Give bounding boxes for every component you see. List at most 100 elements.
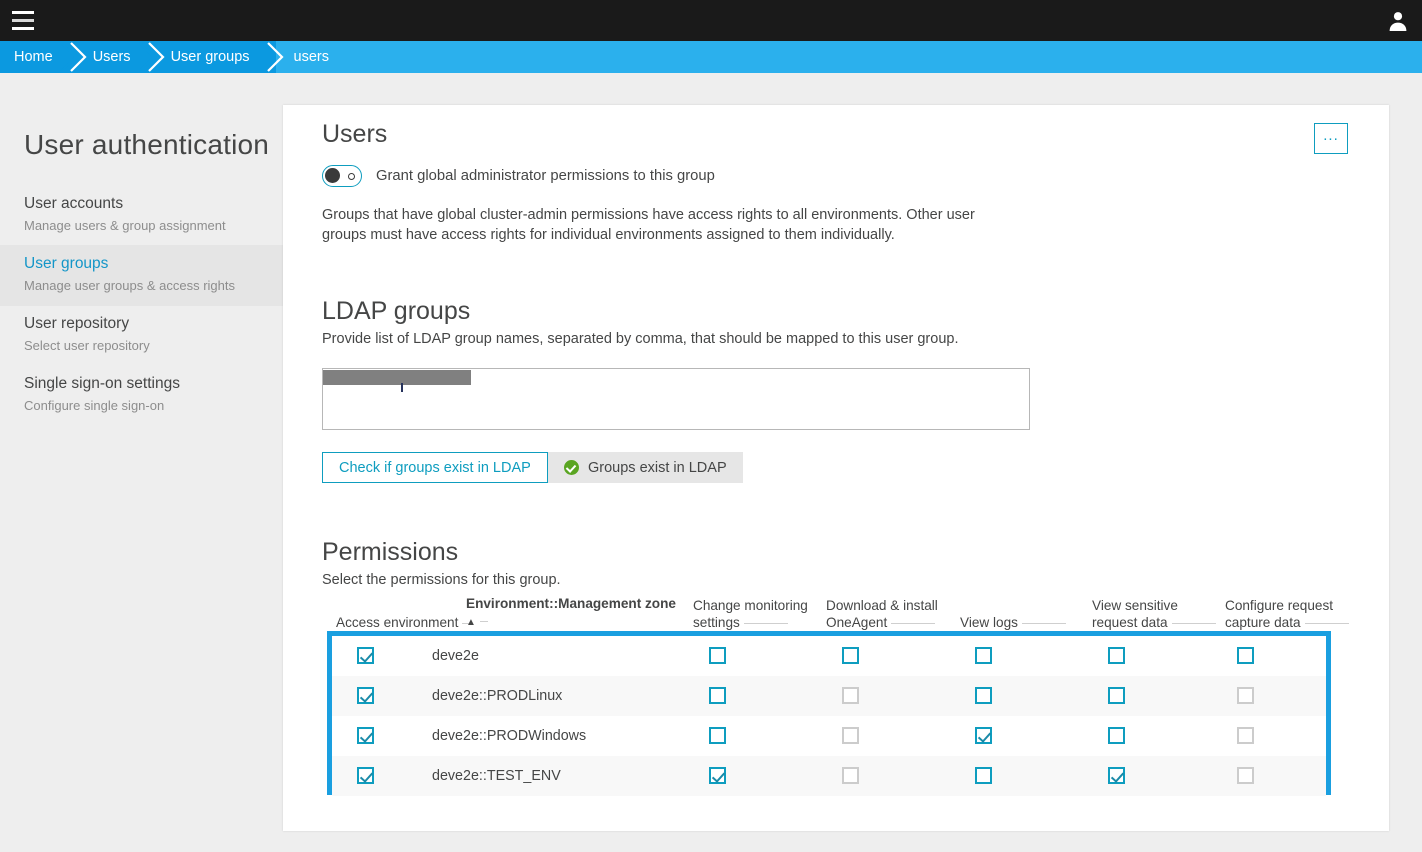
green-check-icon <box>564 460 579 475</box>
checkbox-configure-request-capture-data <box>1237 687 1254 704</box>
breadcrumb-label: Home <box>14 49 53 65</box>
checkbox-access-environment[interactable] <box>357 767 374 784</box>
ldap-groups-heading: LDAP groups <box>322 297 471 325</box>
top-bar <box>0 0 1422 41</box>
column-header-view-logs[interactable]: View logs <box>960 614 1080 631</box>
checkbox-view-logs[interactable] <box>975 687 992 704</box>
breadcrumb-item-user-groups[interactable]: User groups <box>156 41 284 73</box>
table-row[interactable]: deve2e::PRODWindows <box>332 716 1326 756</box>
column-resize-handle[interactable] <box>743 623 788 624</box>
ldap-groups-input[interactable] <box>322 368 1030 430</box>
checkbox-configure-request-capture-data <box>1237 727 1254 744</box>
sidebar-item-user-accounts[interactable]: User accounts Manage users & group assig… <box>0 185 283 246</box>
checkbox-change-monitoring-settings[interactable] <box>709 767 726 784</box>
checkbox-download-install-oneagent[interactable] <box>842 647 859 664</box>
permissions-table: Access environment Environment::Manageme… <box>322 591 1362 796</box>
checkbox-view-logs[interactable] <box>975 767 992 784</box>
sidebar-title: User authentication <box>24 129 270 160</box>
checkbox-access-environment[interactable] <box>357 727 374 744</box>
sidebar-item-title: User accounts <box>24 195 124 212</box>
sidebar-item-title: User groups <box>24 255 109 272</box>
breadcrumb-item-current: users <box>275 41 356 73</box>
column-header-label: View logs <box>960 615 1018 630</box>
checkbox-download-install-oneagent <box>842 767 859 784</box>
column-header-label: Environment::Management zone <box>466 596 676 611</box>
column-header-label: Change monitoring settings <box>693 598 808 630</box>
row-label: deve2e::TEST_ENV <box>432 768 561 784</box>
check-groups-exist-button[interactable]: Check if groups exist in LDAP <box>322 452 548 483</box>
sidebar-item-single-sign-on-settings[interactable]: Single sign-on settings Configure single… <box>0 365 283 426</box>
toggle-off-indicator-icon <box>348 173 355 180</box>
global-admin-toggle-row: Grant global administrator permissions t… <box>322 165 715 187</box>
row-label: deve2e <box>432 648 479 664</box>
main-content-card: Users ... Grant global administrator per… <box>283 105 1389 831</box>
global-admin-toggle-label: Grant global administrator permissions t… <box>376 168 715 184</box>
sidebar-item-subtitle: Manage user groups & access rights <box>24 278 235 293</box>
column-resize-handle[interactable] <box>891 623 936 624</box>
table-row[interactable]: deve2e <box>332 636 1326 676</box>
checkbox-access-environment[interactable] <box>357 687 374 704</box>
ldap-status-badge: Groups exist in LDAP <box>548 452 743 483</box>
checkbox-view-sensitive-request-data[interactable] <box>1108 767 1125 784</box>
checkbox-configure-request-capture-data <box>1237 767 1254 784</box>
user-icon[interactable] <box>1386 9 1410 33</box>
column-header-label: Configure request capture data <box>1225 598 1334 630</box>
ldap-status-label: Groups exist in LDAP <box>588 459 727 476</box>
checkbox-access-environment[interactable] <box>357 647 374 664</box>
checkbox-change-monitoring-settings[interactable] <box>709 647 726 664</box>
checkbox-change-monitoring-settings[interactable] <box>709 687 726 704</box>
table-row[interactable]: deve2e::TEST_ENV <box>332 756 1326 796</box>
sidebar-item-subtitle: Select user repository <box>24 338 150 353</box>
permissions-heading: Permissions <box>322 538 459 566</box>
hamburger-icon[interactable] <box>12 11 34 30</box>
global-admin-toggle[interactable] <box>322 165 362 187</box>
breadcrumb-label: users <box>293 49 330 65</box>
column-header-configure-request-capture-data[interactable]: Configure request capture data <box>1225 597 1355 631</box>
column-resize-handle[interactable] <box>1171 623 1216 624</box>
checkbox-view-logs[interactable] <box>975 727 992 744</box>
column-header-label: Access environment <box>336 615 459 630</box>
sort-ascending-icon: ▲ <box>466 617 476 628</box>
row-label: deve2e::PRODWindows <box>432 728 587 744</box>
checkbox-change-monitoring-settings[interactable] <box>709 727 726 744</box>
sidebar: User authentication User accounts Manage… <box>0 73 283 852</box>
row-label: deve2e::PRODLinux <box>432 688 563 704</box>
breadcrumb-item-home[interactable]: Home <box>0 41 87 73</box>
column-header-access-environment[interactable]: Access environment <box>336 614 486 631</box>
checkbox-configure-request-capture-data[interactable] <box>1237 647 1254 664</box>
sidebar-item-title: Single sign-on settings <box>24 375 180 392</box>
column-header-label: View sensitive request data <box>1092 598 1178 630</box>
permissions-rows-highlight: deve2e deve2e::PRODLinux deve2e::PRODWin… <box>327 631 1331 796</box>
sidebar-item-title: User repository <box>24 315 130 332</box>
toggle-knob <box>325 168 340 183</box>
permissions-description: Select the permissions for this group. <box>322 572 561 588</box>
breadcrumb-label: User groups <box>170 49 250 65</box>
column-header-label: Download & install OneAgent <box>826 598 938 630</box>
global-admin-description: Groups that have global cluster-admin pe… <box>322 207 975 243</box>
column-resize-handle[interactable] <box>479 621 488 622</box>
breadcrumb: Home Users User groups users <box>0 41 1422 73</box>
table-row[interactable]: deve2e::PRODLinux <box>332 676 1326 716</box>
breadcrumb-label: Users <box>92 49 131 65</box>
checkbox-view-sensitive-request-data[interactable] <box>1108 687 1125 704</box>
checkbox-view-sensitive-request-data[interactable] <box>1108 647 1125 664</box>
column-header-download-install-oneagent[interactable]: Download & install OneAgent <box>826 597 951 631</box>
sidebar-item-user-groups[interactable]: User groups Manage user groups & access … <box>0 245 283 306</box>
sidebar-item-subtitle: Manage users & group assignment <box>24 218 226 233</box>
checkbox-download-install-oneagent <box>842 687 859 704</box>
checkbox-view-logs[interactable] <box>975 647 992 664</box>
checkbox-download-install-oneagent <box>842 727 859 744</box>
page-title: Users <box>322 120 388 148</box>
sidebar-item-subtitle: Configure single sign-on <box>24 398 165 413</box>
column-resize-handle[interactable] <box>1304 623 1349 624</box>
column-resize-handle[interactable] <box>1021 623 1066 624</box>
column-header-change-monitoring-settings[interactable]: Change monitoring settings <box>693 597 813 631</box>
column-header-environment-management-zone[interactable]: Environment::Management zone ▲ <box>466 595 686 631</box>
ldap-groups-description: Provide list of LDAP group names, separa… <box>322 331 959 347</box>
table-header-row: Access environment Environment::Manageme… <box>322 591 1362 631</box>
sidebar-item-user-repository[interactable]: User repository Select user repository <box>0 305 283 366</box>
more-options-button[interactable]: ... <box>1314 123 1348 154</box>
column-header-view-sensitive-request-data[interactable]: View sensitive request data <box>1092 597 1217 631</box>
checkbox-view-sensitive-request-data[interactable] <box>1108 727 1125 744</box>
breadcrumb-item-users[interactable]: Users <box>78 41 165 73</box>
